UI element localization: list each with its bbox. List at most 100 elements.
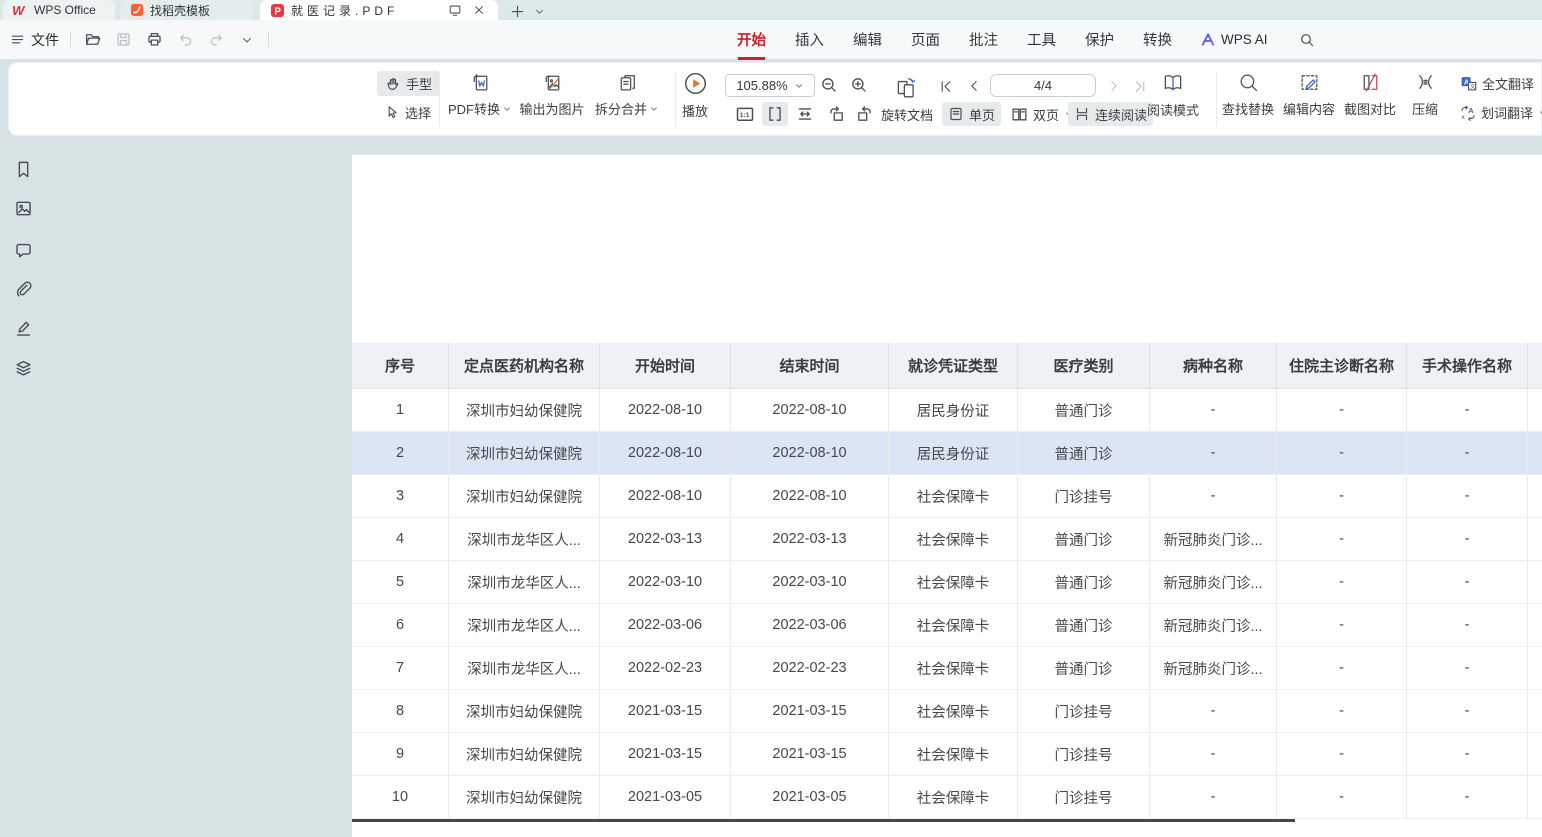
single-page-icon: [948, 106, 964, 122]
undo-button[interactable]: [175, 30, 195, 50]
rotate-right-icon: [856, 105, 874, 123]
thumbnail-icon[interactable]: [12, 197, 34, 219]
compress-icon: [1414, 71, 1437, 94]
table-cell: 普通门诊: [1018, 518, 1150, 560]
pdf-convert-button[interactable]: PDF转换: [447, 71, 513, 118]
table-cell: 2022-02-23: [731, 647, 889, 689]
menu-start[interactable]: 开始: [736, 27, 767, 52]
medical-records-table: 序号定点医药机构名称开始时间结束时间就诊凭证类型医疗类别病种名称住院主诊断名称手…: [352, 343, 1542, 819]
fit-width-button[interactable]: [792, 102, 818, 126]
signature-icon[interactable]: [12, 317, 34, 339]
read-mode-button[interactable]: 阅读模式: [1144, 71, 1202, 119]
comment-icon[interactable]: [12, 239, 34, 261]
table-cell: 2022-08-10: [600, 432, 731, 474]
zoom-in-icon: [850, 76, 868, 94]
tab-wps-office[interactable]: W WPS Office: [3, 0, 115, 20]
table-cell: 2022-08-10: [731, 475, 889, 517]
screenshot-compare-button[interactable]: 截图对比: [1340, 71, 1400, 118]
table-cell: 深圳市妇幼保健院: [449, 475, 600, 517]
export-image-icon: [541, 71, 564, 94]
fit-page-button[interactable]: [762, 102, 788, 126]
export-image-button[interactable]: 输出为图片: [516, 71, 588, 118]
redo-button[interactable]: [206, 30, 226, 50]
table-cell: 2022-03-06: [600, 604, 731, 646]
export-image-label: 输出为图片: [519, 99, 584, 118]
edit-content-icon: [1298, 71, 1321, 94]
menu-convert[interactable]: 转换: [1142, 27, 1173, 52]
bookmark-icon[interactable]: [12, 158, 34, 180]
chevron-down-icon: [649, 104, 659, 114]
full-translate-button[interactable]: A文 全文翻译: [1452, 71, 1542, 96]
tab-label: 找稻壳模板: [150, 2, 210, 19]
table-cell: 9: [352, 733, 449, 775]
table-cell: -: [1407, 561, 1528, 603]
file-menu-button[interactable]: 文件: [10, 30, 59, 50]
quick-toolbar-chevron-icon[interactable]: [237, 30, 257, 50]
zoom-in-button[interactable]: [850, 76, 868, 94]
column-header: 住院主诊断名称: [1277, 343, 1407, 388]
menu-protect[interactable]: 保护: [1084, 27, 1115, 52]
first-page-button[interactable]: [936, 77, 954, 95]
table-cell: -: [1150, 776, 1277, 818]
menu-page[interactable]: 页面: [910, 27, 941, 52]
compress-button[interactable]: 压缩: [1402, 71, 1448, 118]
rotate-left-button[interactable]: [823, 102, 849, 126]
rotate-document-button[interactable]: 旋转文档: [875, 102, 939, 126]
split-merge-button[interactable]: 拆分合并: [592, 71, 662, 118]
new-tab-button[interactable]: [508, 2, 526, 20]
menu-annotate[interactable]: 批注: [968, 27, 999, 52]
table-row: 10深圳市妇幼保健院2021-03-052021-03-05社会保障卡门诊挂号-…: [352, 776, 1542, 819]
print-button[interactable]: [144, 30, 164, 50]
single-page-button[interactable]: 单页: [942, 102, 1001, 126]
pdf-convert-icon: [469, 71, 492, 94]
hand-tool-button[interactable]: 手型: [377, 71, 440, 96]
rotate-document-label: 旋转文档: [881, 105, 933, 124]
table-cell: 2022-03-10: [731, 561, 889, 603]
svg-text:文: 文: [1470, 82, 1476, 90]
zoom-out-button[interactable]: [820, 76, 838, 94]
search-icon[interactable]: [1297, 30, 1317, 50]
replace-pages-button[interactable]: [893, 74, 919, 100]
wps-ai-button[interactable]: WPS AI: [1200, 32, 1268, 47]
table-cell: 深圳市龙华区人...: [449, 518, 600, 560]
column-header: 定点医药机构名称: [449, 343, 600, 388]
menu-insert[interactable]: 插入: [794, 27, 825, 52]
table-cell: -: [1407, 604, 1528, 646]
close-icon[interactable]: [470, 1, 488, 19]
table-cell: -: [1150, 690, 1277, 732]
attachment-icon[interactable]: [12, 278, 34, 300]
select-tool-button[interactable]: 选择: [377, 100, 440, 125]
translate-group: A文 全文翻译 Ax 划词翻译: [1452, 71, 1542, 125]
tab-list-chevron-icon[interactable]: [530, 2, 548, 20]
zoom-level-select[interactable]: 105.88%: [725, 74, 815, 97]
save-button[interactable]: [113, 30, 133, 50]
open-file-button[interactable]: [82, 30, 102, 50]
actual-size-button[interactable]: 1:1: [732, 102, 758, 126]
table-cell: 1: [352, 389, 449, 431]
layers-icon[interactable]: [12, 357, 34, 379]
window-icon[interactable]: [446, 1, 464, 19]
table-cell: 深圳市妇幼保健院: [449, 432, 600, 474]
prev-page-button[interactable]: [965, 77, 983, 95]
divider: [268, 32, 269, 47]
word-translate-button[interactable]: Ax 划词翻译: [1452, 100, 1542, 125]
table-cell: 深圳市妇幼保健院: [449, 690, 600, 732]
menu-tools[interactable]: 工具: [1026, 27, 1057, 52]
table-cell: 深圳市龙华区人...: [449, 647, 600, 689]
tab-docer-templates[interactable]: 找稻壳模板: [120, 0, 253, 20]
play-button[interactable]: 播放: [669, 71, 721, 120]
table-cell: 2022-03-13: [731, 518, 889, 560]
menu-edit[interactable]: 编辑: [852, 27, 883, 52]
page-number-input[interactable]: 4/4: [990, 74, 1096, 97]
tab-document-active[interactable]: P 就医记录.PDF: [260, 0, 498, 20]
pdf-page[interactable]: 序号定点医药机构名称开始时间结束时间就诊凭证类型医疗类别病种名称住院主诊断名称手…: [352, 154, 1542, 837]
next-page-button[interactable]: [1105, 77, 1123, 95]
swap-pages-icon: [894, 75, 918, 99]
svg-text:A: A: [1468, 106, 1474, 115]
table-cell: 2021-03-05: [731, 776, 889, 818]
find-replace-button[interactable]: 查找替换: [1218, 71, 1278, 118]
continuous-read-button[interactable]: 连续阅读: [1068, 102, 1153, 126]
edit-content-button[interactable]: 编辑内容: [1279, 71, 1339, 118]
zoom-level-value: 105.88%: [736, 78, 787, 93]
read-mode-label: 阅读模式: [1147, 100, 1199, 119]
